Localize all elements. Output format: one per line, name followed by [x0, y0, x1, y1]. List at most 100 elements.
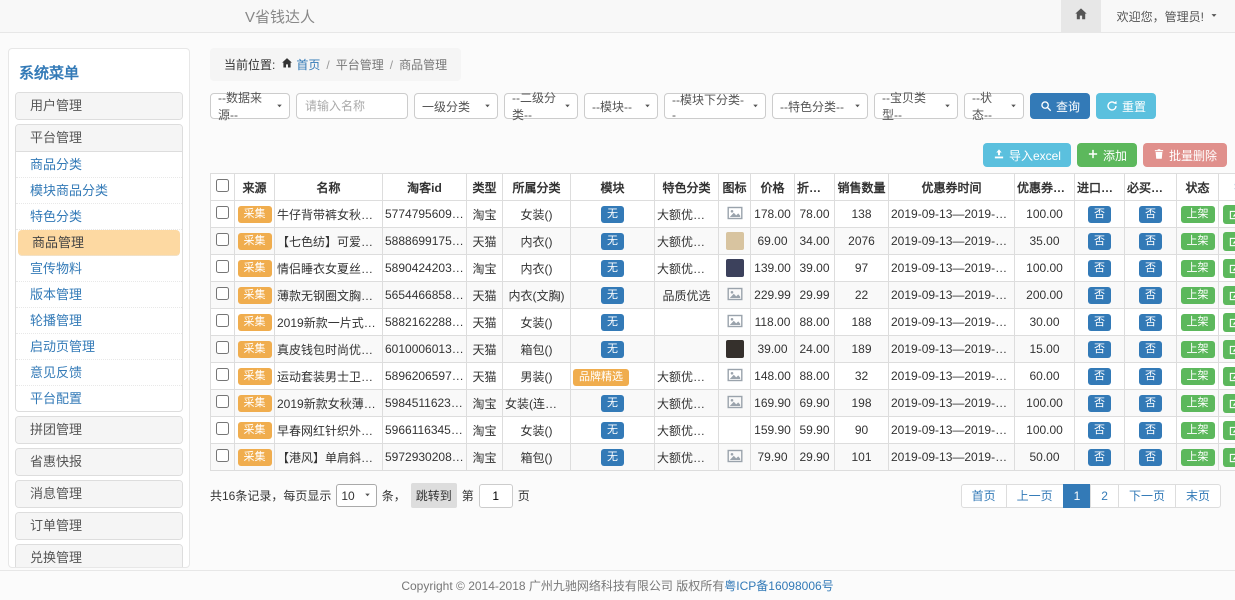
edit-button[interactable] [1223, 232, 1235, 251]
filter-select-0[interactable]: --数据来源-- [210, 93, 290, 119]
status-toggle[interactable]: 上架 [1181, 206, 1215, 223]
import-select-toggle[interactable]: 否 [1088, 368, 1111, 385]
jump-button[interactable]: 跳转到 [411, 483, 457, 508]
row-checkbox[interactable] [216, 314, 229, 327]
sidebar-group-消息管理[interactable]: 消息管理 [16, 481, 182, 507]
filter-select-8[interactable]: --状态-- [964, 93, 1024, 119]
edit-button[interactable] [1223, 367, 1235, 386]
sidebar-group-订单管理[interactable]: 订单管理 [16, 513, 182, 539]
batch-delete-button[interactable]: 批量删除 [1143, 143, 1227, 167]
module-badge[interactable]: 无 [601, 287, 624, 304]
pager-item-上一页[interactable]: 上一页 [1006, 484, 1064, 508]
search-input[interactable] [296, 93, 408, 119]
module-badge[interactable]: 品牌精选 [573, 369, 629, 386]
edit-button[interactable] [1223, 448, 1235, 467]
row-checkbox[interactable] [216, 449, 229, 462]
must-buy-toggle[interactable]: 否 [1139, 233, 1162, 250]
filter-select-3[interactable]: --二级分类-- [504, 93, 578, 119]
must-buy-toggle[interactable]: 否 [1139, 422, 1162, 439]
import-select-toggle[interactable]: 否 [1088, 287, 1111, 304]
edit-button[interactable] [1223, 286, 1235, 305]
sidebar-item-轮播管理[interactable]: 轮播管理 [16, 308, 182, 334]
filter-select-5[interactable]: --模块下分类-- [664, 93, 766, 119]
import-select-toggle[interactable]: 否 [1088, 206, 1111, 223]
pager-item-1[interactable]: 1 [1063, 484, 1092, 508]
edit-button[interactable] [1223, 205, 1235, 224]
page-number-input[interactable] [479, 484, 513, 508]
sidebar-item-特色分类[interactable]: 特色分类 [16, 204, 182, 230]
breadcrumb-home-link[interactable]: 首页 [281, 56, 320, 73]
sidebar-item-启动页管理[interactable]: 启动页管理 [16, 334, 182, 360]
status-toggle[interactable]: 上架 [1181, 233, 1215, 250]
row-checkbox[interactable] [216, 368, 229, 381]
sidebar-item-模块商品分类[interactable]: 模块商品分类 [16, 178, 182, 204]
sidebar-group-平台管理[interactable]: 平台管理 [16, 125, 182, 152]
sidebar-group-用户管理[interactable]: 用户管理 [16, 93, 182, 119]
sidebar-item-平台配置[interactable]: 平台配置 [16, 386, 182, 411]
import-select-toggle[interactable]: 否 [1088, 260, 1111, 277]
status-toggle[interactable]: 上架 [1181, 395, 1215, 412]
must-buy-toggle[interactable]: 否 [1139, 260, 1162, 277]
must-buy-toggle[interactable]: 否 [1139, 287, 1162, 304]
import-select-toggle[interactable]: 否 [1088, 233, 1111, 250]
edit-button[interactable] [1223, 340, 1235, 359]
import-select-toggle[interactable]: 否 [1088, 314, 1111, 331]
status-toggle[interactable]: 上架 [1181, 422, 1215, 439]
status-toggle[interactable]: 上架 [1181, 449, 1215, 466]
filter-select-7[interactable]: --宝贝类型-- [874, 93, 958, 119]
must-buy-toggle[interactable]: 否 [1139, 368, 1162, 385]
sidebar-item-意见反馈[interactable]: 意见反馈 [16, 360, 182, 386]
edit-button[interactable] [1223, 259, 1235, 278]
sidebar-item-宣传物料[interactable]: 宣传物料 [16, 256, 182, 282]
status-toggle[interactable]: 上架 [1181, 260, 1215, 277]
edit-button[interactable] [1223, 421, 1235, 440]
sidebar-item-商品管理[interactable]: 商品管理 [18, 230, 180, 256]
status-toggle[interactable]: 上架 [1181, 287, 1215, 304]
row-checkbox[interactable] [216, 206, 229, 219]
module-badge[interactable]: 无 [601, 341, 624, 358]
status-toggle[interactable]: 上架 [1181, 314, 1215, 331]
add-button[interactable]: 添加 [1077, 143, 1137, 167]
sidebar-group-省惠快报[interactable]: 省惠快报 [16, 449, 182, 475]
module-badge[interactable]: 无 [601, 422, 624, 439]
pager-item-末页[interactable]: 末页 [1175, 484, 1221, 508]
sidebar-group-兑换管理[interactable]: 兑换管理 [16, 545, 182, 568]
must-buy-toggle[interactable]: 否 [1139, 314, 1162, 331]
module-badge[interactable]: 无 [601, 260, 624, 277]
home-button[interactable] [1061, 0, 1101, 32]
edit-button[interactable] [1223, 394, 1235, 413]
pager-item-下一页[interactable]: 下一页 [1118, 484, 1176, 508]
module-badge[interactable]: 无 [601, 233, 624, 250]
edit-button[interactable] [1223, 313, 1235, 332]
status-toggle[interactable]: 上架 [1181, 368, 1215, 385]
sidebar-item-版本管理[interactable]: 版本管理 [16, 282, 182, 308]
pager-item-2[interactable]: 2 [1090, 484, 1119, 508]
filter-select-6[interactable]: --特色分类-- [772, 93, 868, 119]
row-checkbox[interactable] [216, 422, 229, 435]
search-button[interactable]: 查询 [1030, 93, 1090, 119]
sidebar-item-商品分类[interactable]: 商品分类 [16, 152, 182, 178]
module-badge[interactable]: 无 [601, 314, 624, 331]
import-select-toggle[interactable]: 否 [1088, 449, 1111, 466]
filter-select-4[interactable]: --模块-- [584, 93, 658, 119]
module-badge[interactable]: 无 [601, 206, 624, 223]
import-select-toggle[interactable]: 否 [1088, 422, 1111, 439]
import-excel-button[interactable]: 导入excel [983, 143, 1071, 167]
sidebar-group-拼团管理[interactable]: 拼团管理 [16, 417, 182, 443]
must-buy-toggle[interactable]: 否 [1139, 206, 1162, 223]
module-badge[interactable]: 无 [601, 449, 624, 466]
row-checkbox[interactable] [216, 341, 229, 354]
row-checkbox[interactable] [216, 233, 229, 246]
status-toggle[interactable]: 上架 [1181, 341, 1215, 358]
pager-item-首页[interactable]: 首页 [961, 484, 1007, 508]
row-checkbox[interactable] [216, 260, 229, 273]
page-size-select[interactable]: 10 [336, 484, 376, 507]
select-all-checkbox[interactable] [216, 179, 229, 192]
must-buy-toggle[interactable]: 否 [1139, 395, 1162, 412]
import-select-toggle[interactable]: 否 [1088, 341, 1111, 358]
row-checkbox[interactable] [216, 287, 229, 300]
filter-select-2[interactable]: 一级分类 [414, 93, 498, 119]
module-badge[interactable]: 无 [601, 395, 624, 412]
must-buy-toggle[interactable]: 否 [1139, 341, 1162, 358]
icp-link[interactable]: 粤ICP备16098006号 [724, 577, 833, 594]
